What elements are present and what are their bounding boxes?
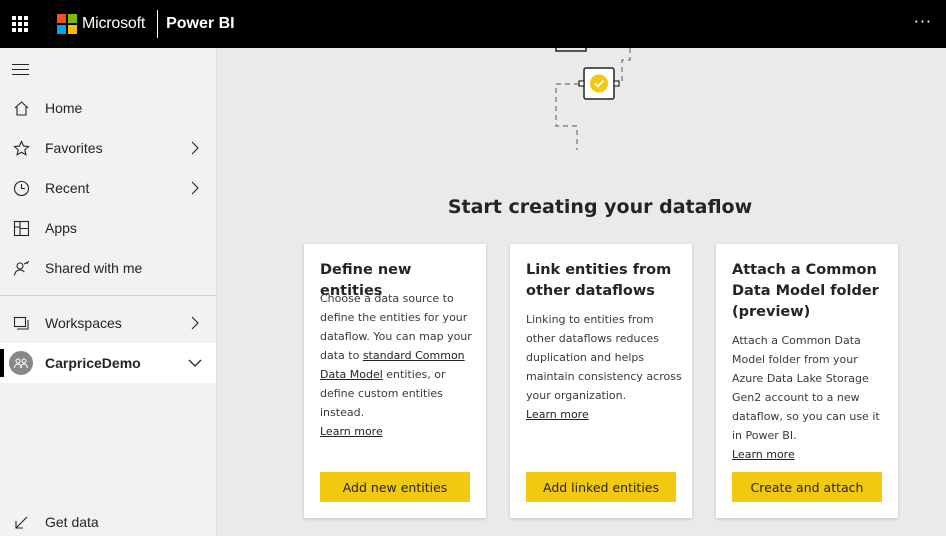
add-linked-entities-button[interactable]: Add linked entities xyxy=(526,472,676,502)
workspaces-icon xyxy=(12,314,30,332)
card-title: Link entities from other dataflows xyxy=(526,262,672,299)
nav-shared-with-me[interactable]: Shared with me xyxy=(0,248,216,288)
chevron-right-icon[interactable] xyxy=(188,181,202,195)
nav-recent[interactable]: Recent xyxy=(0,168,216,208)
nav-recent-label: Recent xyxy=(45,180,90,196)
microsoft-logo-icon xyxy=(57,14,77,34)
main-content: Start creating your dataflow Define new … xyxy=(218,48,946,536)
header-divider xyxy=(157,10,159,38)
nav-apps-label: Apps xyxy=(45,220,77,236)
active-indicator xyxy=(0,349,4,377)
apps-icon xyxy=(12,219,30,237)
top-bar: Microsoft Power BI ··· xyxy=(0,0,946,48)
card-description-text: Attach a Common Data Model folder from y… xyxy=(732,334,880,442)
nav-get-data[interactable]: Get data xyxy=(0,502,216,536)
nav-workspace-carpricedemo[interactable]: CarpriceDemo xyxy=(0,343,216,383)
nav-get-data-label: Get data xyxy=(45,514,99,530)
card-description-text: Linking to entities from other dataflows… xyxy=(526,313,682,402)
learn-more-link[interactable]: Learn more xyxy=(732,445,890,464)
learn-more-link[interactable]: Learn more xyxy=(526,405,684,424)
waffle-icon xyxy=(12,16,28,32)
nav-home-label: Home xyxy=(45,100,83,116)
nav-shared-label: Shared with me xyxy=(45,260,143,276)
card-title: Attach a Common Data Model folder (previ… xyxy=(732,262,879,320)
nav-favorites[interactable]: Favorites xyxy=(0,128,216,168)
nav-favorites-label: Favorites xyxy=(45,140,103,156)
card-define-new-entities: Define new entities Choose a data source… xyxy=(304,244,486,518)
shared-icon xyxy=(12,259,30,277)
add-new-entities-button[interactable]: Add new entities xyxy=(320,472,470,502)
chevron-down-icon[interactable] xyxy=(188,356,202,370)
card-attach-cdm-folder: Attach a Common Data Model folder (previ… xyxy=(716,244,898,518)
brand-name: Microsoft xyxy=(82,15,146,32)
clock-icon xyxy=(12,179,30,197)
page-heading: Start creating your dataflow xyxy=(447,196,753,218)
nav-workspaces[interactable]: Workspaces xyxy=(0,303,216,343)
get-data-icon xyxy=(12,513,30,531)
product-name[interactable]: Power BI xyxy=(166,15,234,33)
hamburger-icon[interactable] xyxy=(12,62,30,76)
card-description: Linking to entities from other dataflows… xyxy=(526,310,684,424)
nav-workspace-label: CarpriceDemo xyxy=(45,355,141,371)
nav-apps[interactable]: Apps xyxy=(0,208,216,248)
dataflow-illustration xyxy=(555,48,631,150)
learn-more-link[interactable]: Learn more xyxy=(320,422,478,441)
home-icon xyxy=(12,99,30,117)
card-description: Choose a data source to define the entit… xyxy=(320,289,478,441)
star-icon xyxy=(12,139,30,157)
more-options-button[interactable]: ··· xyxy=(914,12,932,31)
nav-home[interactable]: Home xyxy=(0,88,216,128)
nav-workspaces-label: Workspaces xyxy=(45,315,122,331)
create-and-attach-button[interactable]: Create and attach xyxy=(732,472,882,502)
sidebar-divider xyxy=(0,295,216,296)
workspace-avatar xyxy=(9,351,33,375)
card-description: Attach a Common Data Model folder from y… xyxy=(732,331,890,464)
chevron-right-icon[interactable] xyxy=(188,316,202,330)
sidebar: Home Favorites Recent Apps Shared with m… xyxy=(0,48,217,536)
app-launcher-button[interactable] xyxy=(0,0,40,48)
card-link-entities: Link entities from other dataflows Linki… xyxy=(510,244,692,518)
microsoft-logo[interactable]: Microsoft xyxy=(57,14,145,34)
chevron-right-icon[interactable] xyxy=(188,141,202,155)
